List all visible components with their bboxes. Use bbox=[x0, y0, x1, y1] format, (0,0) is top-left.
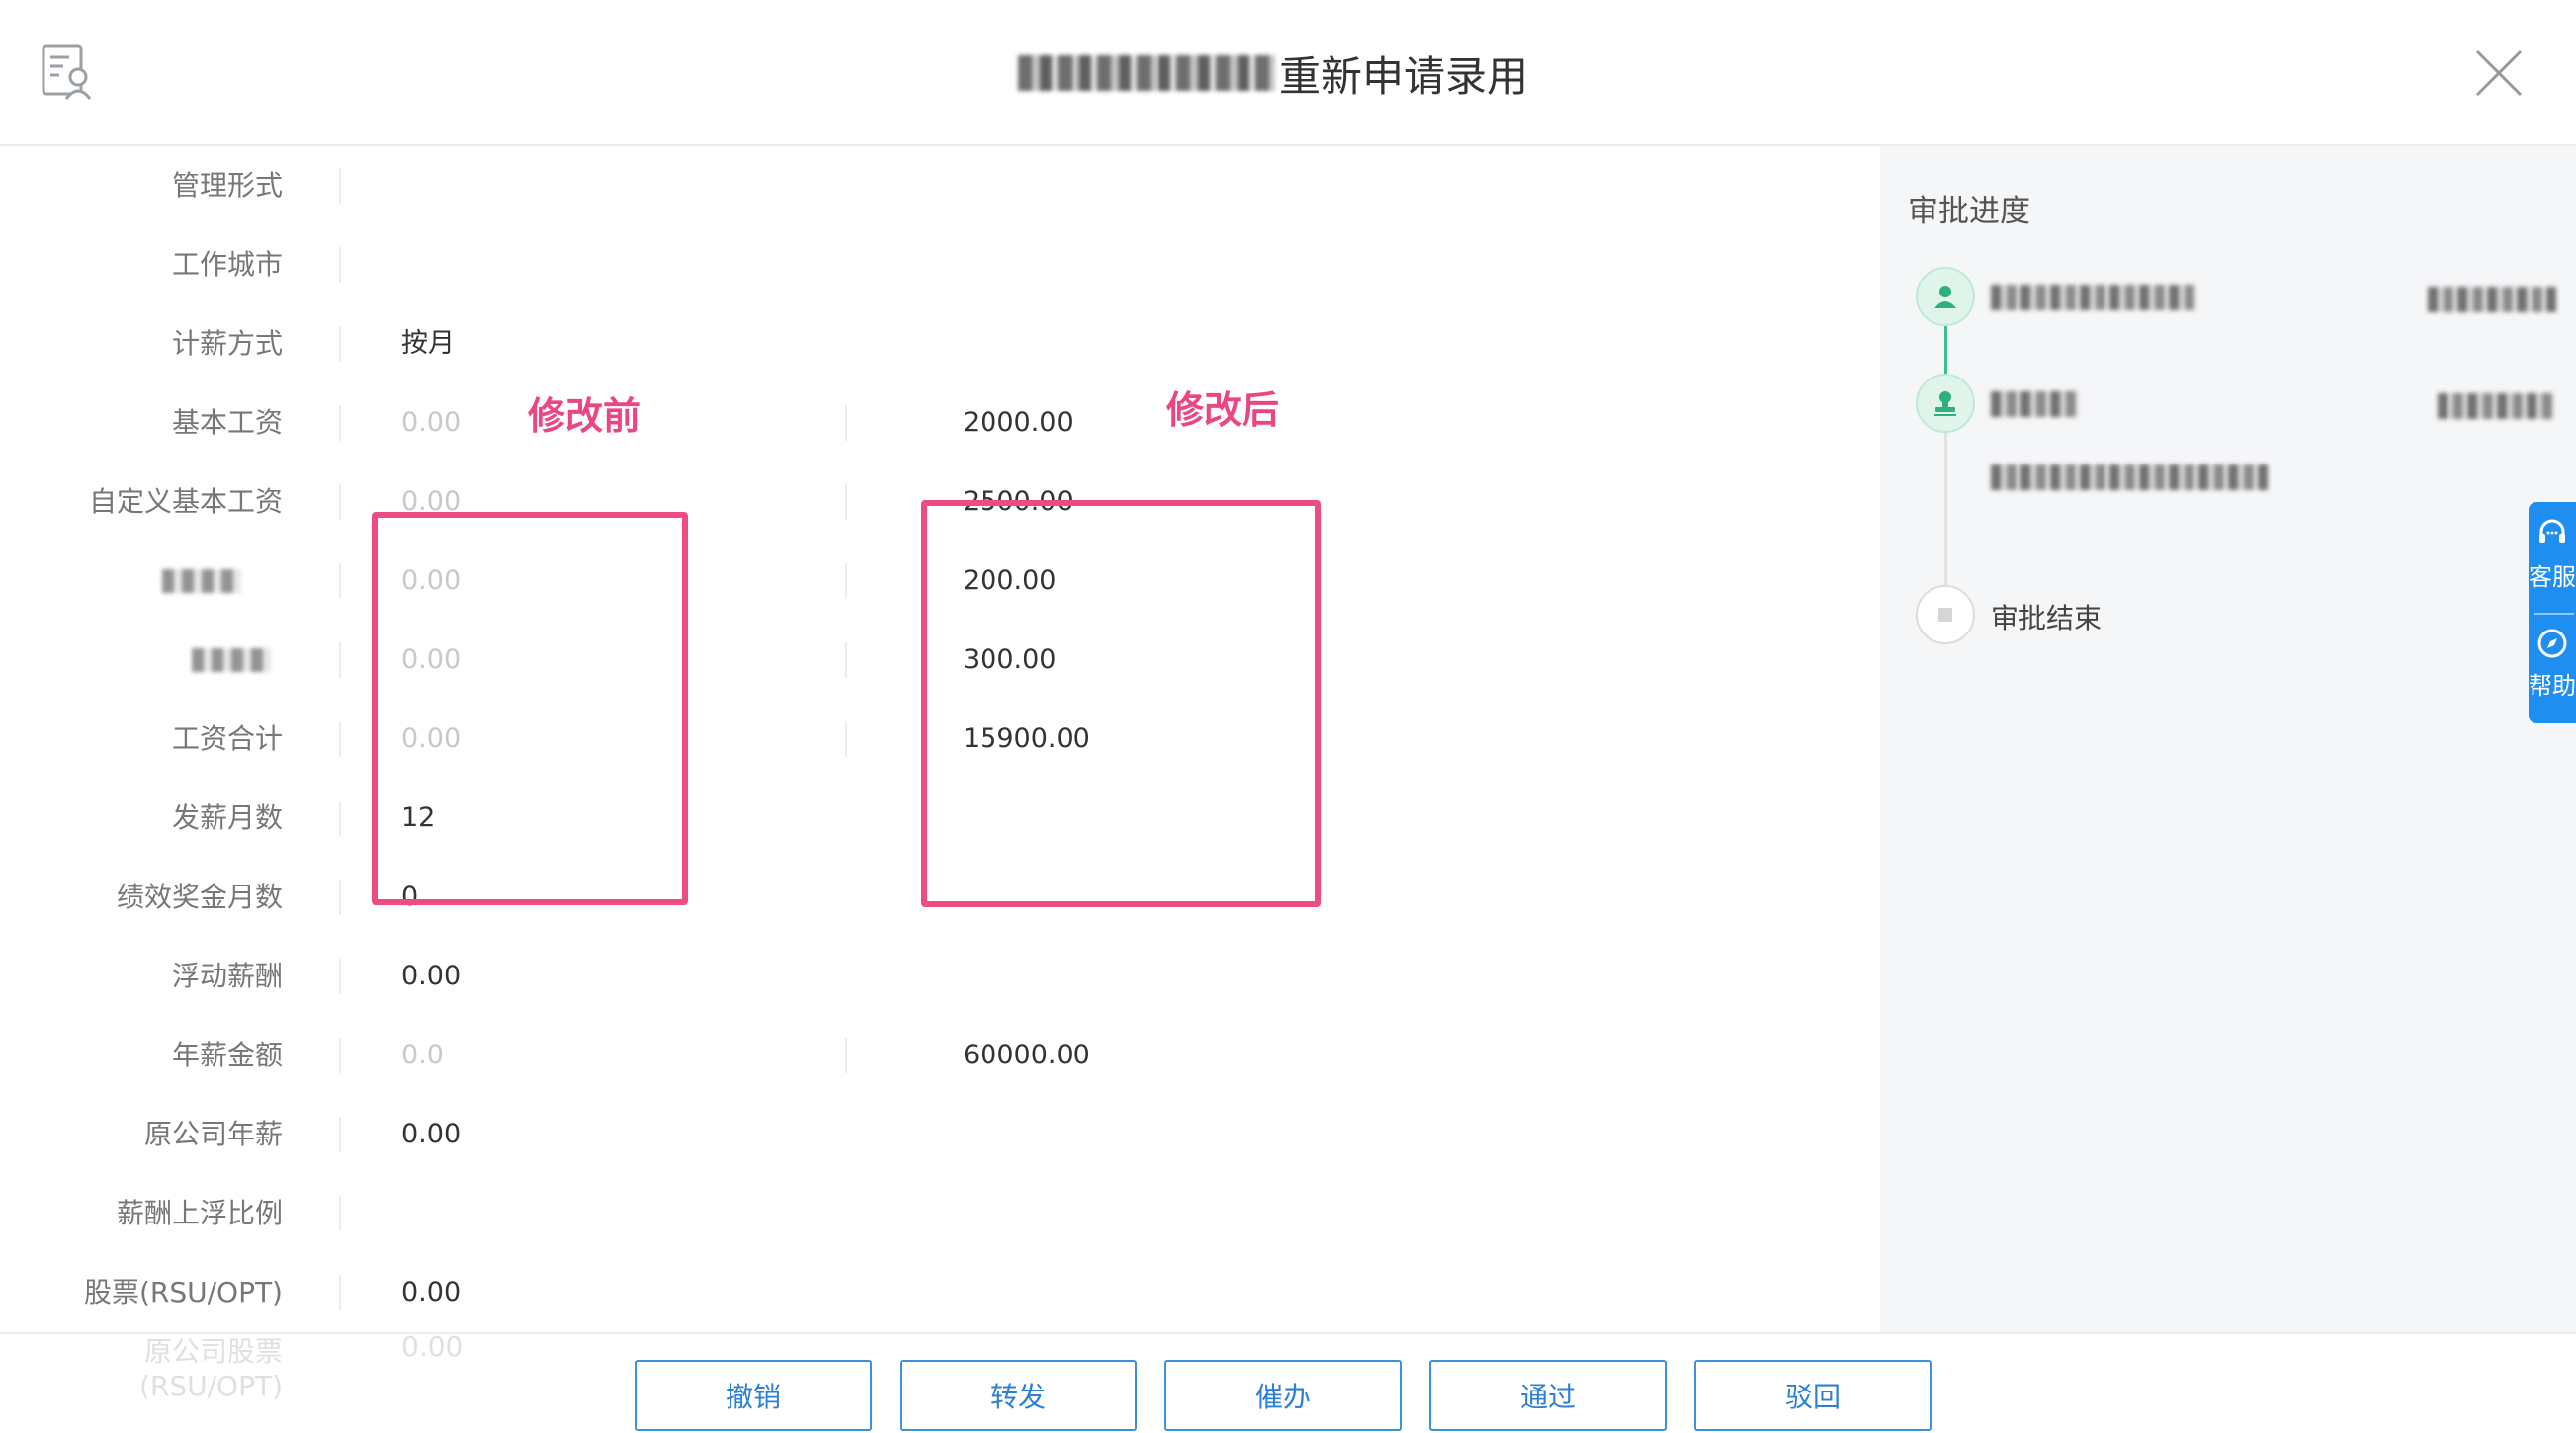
annotation-box-after bbox=[921, 500, 1321, 907]
field-label: 基本工资 bbox=[171, 406, 283, 439]
dialog-header: 重新申请录用 bbox=[0, 0, 2576, 146]
annotation-after-label: 修改后 bbox=[1166, 388, 1280, 432]
forward-button[interactable]: 转发 bbox=[900, 1360, 1137, 1431]
redacted-approver-name bbox=[1991, 285, 2198, 310]
field-label: 计薪方式 bbox=[171, 327, 283, 360]
field-label: 工作城市 bbox=[171, 248, 283, 281]
field-label: 自定义基本工资 bbox=[88, 485, 283, 518]
step-approver-node bbox=[1916, 267, 1975, 326]
form-row: 浮动薪酬 0.00 bbox=[0, 937, 1880, 1016]
annotation-before-label: 修改前 bbox=[528, 394, 642, 438]
progress-line-pending bbox=[1944, 433, 1947, 597]
dialog-title: 重新申请录用 bbox=[1018, 43, 1528, 103]
field-label: 绩效奖金月数 bbox=[116, 881, 283, 913]
form-row: 工作城市 bbox=[0, 225, 1880, 304]
form-row: 基本工资 0.00 2000.00 bbox=[0, 383, 1880, 463]
form-row: 原公司年薪 0.00 bbox=[0, 1095, 1880, 1174]
field-label: 浮动薪酬 bbox=[171, 960, 283, 992]
panel-title: 审批进度 bbox=[1908, 194, 2030, 229]
step-current-node bbox=[1916, 374, 1975, 433]
end-label: 审批结束 bbox=[1991, 602, 2103, 634]
form-row: 管理形式 bbox=[0, 146, 1880, 225]
field-value: 0.00 bbox=[401, 961, 462, 991]
field-label: 管理形式 bbox=[171, 169, 283, 202]
form-row: 股票(RSU/OPT) 0.00 bbox=[0, 1253, 1880, 1332]
close-icon[interactable] bbox=[2471, 45, 2527, 101]
faded-value: 0.00 bbox=[401, 1330, 464, 1363]
stamp-icon bbox=[1934, 391, 1956, 416]
redacted-timestamp bbox=[2438, 393, 2556, 419]
field-value: 按月 bbox=[401, 328, 455, 359]
reject-button[interactable]: 驳回 bbox=[1694, 1360, 1932, 1431]
field-label: 股票(RSU/OPT) bbox=[83, 1276, 283, 1308]
field-value: 0.00 bbox=[401, 1119, 462, 1149]
step-end-node bbox=[1916, 585, 1975, 644]
faded-label: 原公司股票 (RSU/OPT) bbox=[138, 1335, 283, 1402]
field-value: 0.00 bbox=[401, 1277, 462, 1307]
compass-icon bbox=[2537, 629, 2567, 658]
redacted-label bbox=[162, 569, 241, 593]
redacted-approver-name bbox=[1991, 391, 2080, 417]
redacted-name bbox=[1018, 55, 1275, 91]
field-value-after: 2000.00 bbox=[963, 407, 1073, 438]
urge-button[interactable]: 催办 bbox=[1164, 1360, 1402, 1431]
approval-doc-icon bbox=[42, 44, 92, 100]
action-footer: 原公司股票 (RSU/OPT) 0.00 撤销 转发 催办 通过 驳回 bbox=[0, 1330, 2576, 1433]
square-icon bbox=[1938, 608, 1952, 622]
floating-service-widget[interactable]: 客服 帮助 bbox=[2529, 502, 2576, 723]
field-label: 原公司年薪 bbox=[143, 1118, 283, 1150]
field-label: 工资合计 bbox=[171, 722, 283, 755]
approval-progress-panel: 审批进度 审批结束 bbox=[1880, 146, 2576, 1332]
field-value-after: 60000.00 bbox=[963, 1040, 1090, 1070]
redacted-comment bbox=[1991, 464, 2268, 490]
help-item[interactable]: 帮助 bbox=[2529, 627, 2576, 701]
field-label: 发薪月数 bbox=[171, 801, 283, 834]
redacted-timestamp bbox=[2428, 287, 2556, 312]
annotation-box-before bbox=[372, 512, 688, 905]
field-value-before: 0.00 bbox=[401, 407, 462, 438]
help-label: 帮助 bbox=[2529, 672, 2576, 700]
salary-form: 管理形式 工作城市 计薪方式 按月 基本工资 0.00 2000.00 自定义基… bbox=[0, 146, 1880, 1332]
user-icon bbox=[1934, 286, 1956, 308]
form-row: 薪酬上浮比例 bbox=[0, 1174, 1880, 1253]
form-row: 年薪金额 0.0 60000.00 bbox=[0, 1016, 1880, 1095]
redacted-label bbox=[192, 648, 271, 672]
form-row: 计薪方式 按月 bbox=[0, 304, 1880, 383]
field-label: 薪酬上浮比例 bbox=[116, 1197, 283, 1229]
service-label: 客服 bbox=[2529, 563, 2576, 591]
customer-service-item[interactable]: 客服 bbox=[2529, 516, 2576, 592]
approve-button[interactable]: 通过 bbox=[1429, 1360, 1667, 1431]
field-value-before: 0.0 bbox=[401, 1040, 444, 1070]
field-label: 年薪金额 bbox=[171, 1039, 283, 1071]
headset-icon bbox=[2539, 519, 2565, 543]
revoke-button[interactable]: 撤销 bbox=[635, 1360, 872, 1431]
